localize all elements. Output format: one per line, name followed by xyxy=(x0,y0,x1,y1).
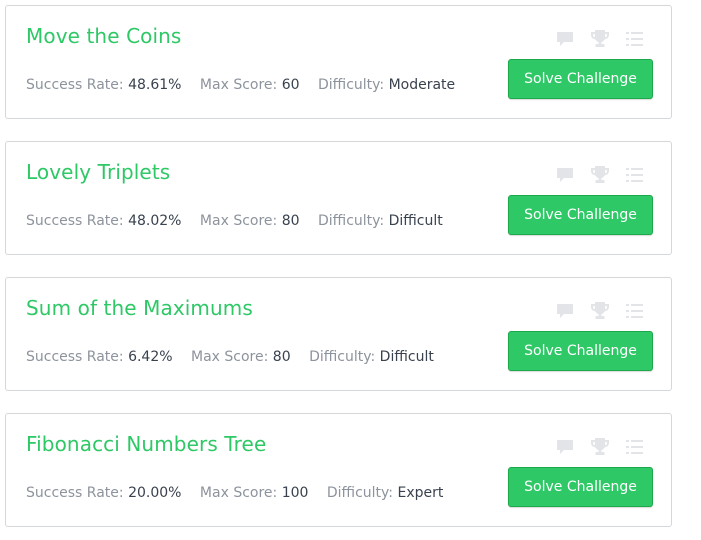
challenge-card: Lovely Triplets Success Rate: 48.02% Max… xyxy=(5,141,672,255)
solve-challenge-button[interactable]: Solve Challenge xyxy=(508,59,653,99)
challenge-card: Fibonacci Numbers Tree Success Rate: 20.… xyxy=(5,413,672,527)
success-rate: Success Rate: 6.42% xyxy=(26,349,173,365)
max-score: Max Score: 60 xyxy=(200,77,300,93)
success-rate: Success Rate: 20.00% xyxy=(26,485,181,501)
difficulty-label: Difficulty: xyxy=(326,485,394,501)
card-actions xyxy=(556,302,643,319)
difficulty-label: Difficulty: xyxy=(317,213,385,229)
challenge-meta: Success Rate: 48.61% Max Score: 60 Diffi… xyxy=(26,76,469,94)
difficulty: Difficulty: Expert xyxy=(327,485,443,501)
discussion-icon[interactable] xyxy=(556,167,574,183)
leaderboard-trophy-icon[interactable] xyxy=(591,302,609,319)
success-rate-value: 20.00% xyxy=(128,485,182,501)
discussion-icon[interactable] xyxy=(556,31,574,47)
difficulty-label: Difficulty: xyxy=(317,77,385,93)
max-score: Max Score: 80 xyxy=(200,213,300,229)
challenge-title[interactable]: Lovely Triplets xyxy=(26,159,170,185)
submissions-list-icon[interactable] xyxy=(626,31,643,46)
leaderboard-trophy-icon[interactable] xyxy=(591,166,609,183)
challenge-meta: Success Rate: 48.02% Max Score: 80 Diffi… xyxy=(26,212,457,230)
success-rate-value: 48.61% xyxy=(128,77,182,93)
difficulty: Difficulty: Difficult xyxy=(309,349,434,365)
submissions-list-icon[interactable] xyxy=(626,167,643,182)
solve-challenge-button[interactable]: Solve Challenge xyxy=(508,195,653,235)
challenge-title[interactable]: Fibonacci Numbers Tree xyxy=(26,431,266,457)
success-rate-label: Success Rate: xyxy=(26,77,124,93)
card-actions xyxy=(556,30,643,47)
success-rate-value: 48.02% xyxy=(128,213,182,229)
challenge-title[interactable]: Move the Coins xyxy=(26,23,181,49)
success-rate-label: Success Rate: xyxy=(26,213,124,229)
success-rate-label: Success Rate: xyxy=(26,485,124,501)
max-score-value: 80 xyxy=(281,213,300,229)
submissions-list-icon[interactable] xyxy=(626,439,643,454)
leaderboard-trophy-icon[interactable] xyxy=(591,438,609,455)
difficulty-label: Difficulty: xyxy=(309,349,376,365)
challenge-list: Move the Coins Success Rate: 48.61% Max … xyxy=(0,0,701,540)
max-score-value: 100 xyxy=(281,485,309,501)
difficulty-value: Difficult xyxy=(388,213,443,229)
discussion-icon[interactable] xyxy=(556,303,574,319)
max-score-label: Max Score: xyxy=(199,77,278,93)
challenge-meta: Success Rate: 6.42% Max Score: 80 Diffic… xyxy=(26,348,448,366)
max-score-label: Max Score: xyxy=(199,213,278,229)
solve-challenge-button[interactable]: Solve Challenge xyxy=(508,467,653,507)
leaderboard-trophy-icon[interactable] xyxy=(591,30,609,47)
submissions-list-icon[interactable] xyxy=(626,303,643,318)
max-score-label: Max Score: xyxy=(191,349,269,365)
max-score: Max Score: 100 xyxy=(200,485,309,501)
success-rate: Success Rate: 48.61% xyxy=(26,77,181,93)
difficulty-value: Expert xyxy=(397,485,444,501)
success-rate-value: 6.42% xyxy=(128,349,173,365)
challenge-card: Sum of the Maximums Success Rate: 6.42% … xyxy=(5,277,672,391)
solve-challenge-button[interactable]: Solve Challenge xyxy=(508,331,653,371)
max-score-label: Max Score: xyxy=(199,485,278,501)
success-rate: Success Rate: 48.02% xyxy=(26,213,181,229)
discussion-icon[interactable] xyxy=(556,439,574,455)
max-score: Max Score: 80 xyxy=(191,349,291,365)
difficulty: Difficulty: Moderate xyxy=(318,77,455,93)
max-score-value: 60 xyxy=(281,77,300,93)
difficulty-value: Difficult xyxy=(379,349,434,365)
difficulty-value: Moderate xyxy=(388,77,456,93)
success-rate-label: Success Rate: xyxy=(26,349,124,365)
challenge-title[interactable]: Sum of the Maximums xyxy=(26,295,253,321)
max-score-value: 80 xyxy=(272,349,291,365)
challenge-card: Move the Coins Success Rate: 48.61% Max … xyxy=(5,5,672,119)
card-actions xyxy=(556,438,643,455)
card-actions xyxy=(556,166,643,183)
challenge-meta: Success Rate: 20.00% Max Score: 100 Diff… xyxy=(26,484,457,502)
difficulty: Difficulty: Difficult xyxy=(318,213,443,229)
